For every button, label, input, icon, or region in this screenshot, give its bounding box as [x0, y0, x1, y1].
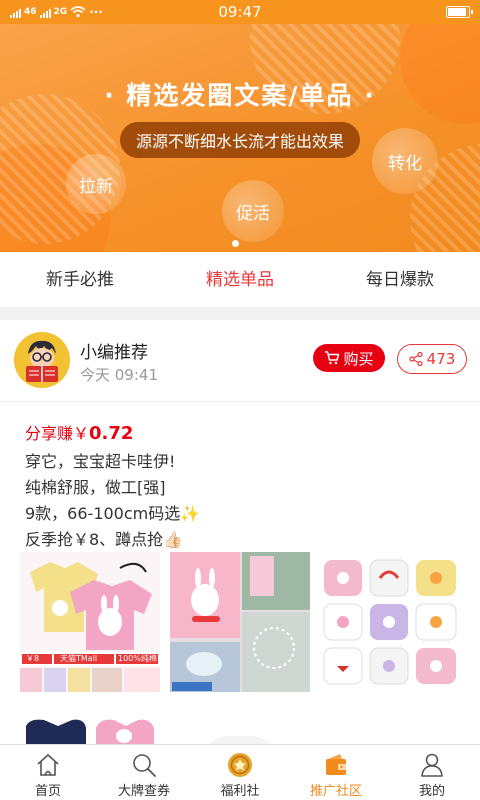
- battery-icon: [446, 6, 473, 18]
- sweatshirt-detail-image: [170, 552, 310, 692]
- share-earn: 分享赚￥0.72: [25, 420, 133, 444]
- section-gap: [0, 308, 480, 320]
- avatar-illustration: [14, 332, 70, 388]
- bubble-label: 拉新: [66, 154, 126, 214]
- hero-banner[interactable]: · 精选发圈文案/单品 · 源源不断细水长流才能出效果 拉新 促活 转化: [0, 24, 480, 252]
- sweatshirt-image: [20, 552, 160, 692]
- nav-home[interactable]: 首页: [0, 745, 96, 800]
- post-text-line: 穿它，宝宝超卡哇伊!: [25, 452, 176, 471]
- bubble-label: 转化: [372, 128, 438, 194]
- nav-promotion-community[interactable]: 推广社区: [288, 745, 384, 800]
- category-tabs: 新手必推 精选单品 每日爆款: [0, 252, 480, 308]
- post-body: 分享赚￥0.72 穿它，宝宝超卡哇伊! 纯棉舒服，做工[强] 9款，66-100…: [0, 402, 480, 744]
- avatar[interactable]: [14, 332, 70, 388]
- earn-prefix: 分享赚￥: [25, 424, 90, 443]
- buy-button[interactable]: 购买: [313, 344, 385, 372]
- home-icon: [37, 754, 59, 776]
- product-photo[interactable]: [170, 552, 310, 692]
- app-screen: 46 2G ··· 09:47 · 精选发圈文案/单品 · 源源不断细水长流才能…: [0, 0, 480, 800]
- status-time: 09:47: [218, 3, 262, 21]
- banner-headline: · 精选发圈文案/单品 ·: [104, 81, 376, 110]
- post-text-line: 反季抢￥8、蹲点抢👍🏻: [25, 530, 184, 549]
- nav-label: 福利社: [220, 784, 260, 799]
- product-photo[interactable]: [320, 552, 460, 692]
- tab-newbie[interactable]: 新手必推: [0, 252, 160, 307]
- share-icon: [409, 352, 423, 366]
- product-photo[interactable]: [170, 716, 310, 744]
- post-time: 今天 09:41: [80, 366, 158, 384]
- wallet-icon: [326, 754, 346, 775]
- photo-badge: 天猫TMall: [60, 654, 98, 663]
- photo-badge: 100%纯棉: [118, 654, 157, 663]
- carousel-indicator[interactable]: [232, 240, 239, 247]
- bubble-label: 促活: [222, 180, 284, 242]
- nav-label: 我的: [418, 784, 445, 799]
- product-photo[interactable]: [20, 716, 160, 744]
- bottom-nav: 首页 大牌查券 福利社 推广社区 我的: [0, 744, 480, 800]
- tab-daily-hot[interactable]: 每日爆款: [320, 252, 480, 307]
- post-text-line: 9款，66-100cm码选✨: [25, 504, 201, 523]
- tab-selected-items[interactable]: 精选单品: [160, 252, 320, 307]
- cart-icon: [325, 351, 340, 365]
- sweatshirt-variants-image: [320, 552, 460, 692]
- sweatshirt-image-partial: [210, 735, 270, 744]
- coin-icon: [228, 753, 252, 777]
- status-bar: 46 2G ··· 09:47: [0, 0, 480, 24]
- nav-label: 大牌查券: [117, 784, 170, 799]
- buy-label: 购买: [343, 349, 374, 368]
- search-icon: [133, 754, 156, 777]
- nav-welfare[interactable]: 福利社: [192, 745, 288, 800]
- post-text-line: 纯棉舒服，做工[强]: [25, 478, 166, 497]
- author-name: 小编推荐: [80, 343, 148, 363]
- banner-subtitle: 源源不断细水长流才能出效果: [119, 122, 361, 158]
- product-photo[interactable]: ￥8 天猫TMall 100%纯棉: [20, 552, 160, 692]
- share-count: 473: [426, 350, 456, 368]
- photo-badge: ￥8: [26, 654, 40, 663]
- nav-label: 推广社区: [309, 784, 362, 799]
- sweatshirt-image-partial: [26, 719, 154, 744]
- nav-label: 首页: [34, 784, 61, 799]
- nav-brand-coupons[interactable]: 大牌查券: [96, 745, 192, 800]
- post-header: 小编推荐 今天 09:41 购买 473: [0, 320, 480, 402]
- user-icon: [421, 753, 443, 777]
- share-button[interactable]: 473: [397, 344, 467, 374]
- nav-mine[interactable]: 我的: [384, 745, 480, 800]
- earn-value: 0.72: [89, 423, 134, 444]
